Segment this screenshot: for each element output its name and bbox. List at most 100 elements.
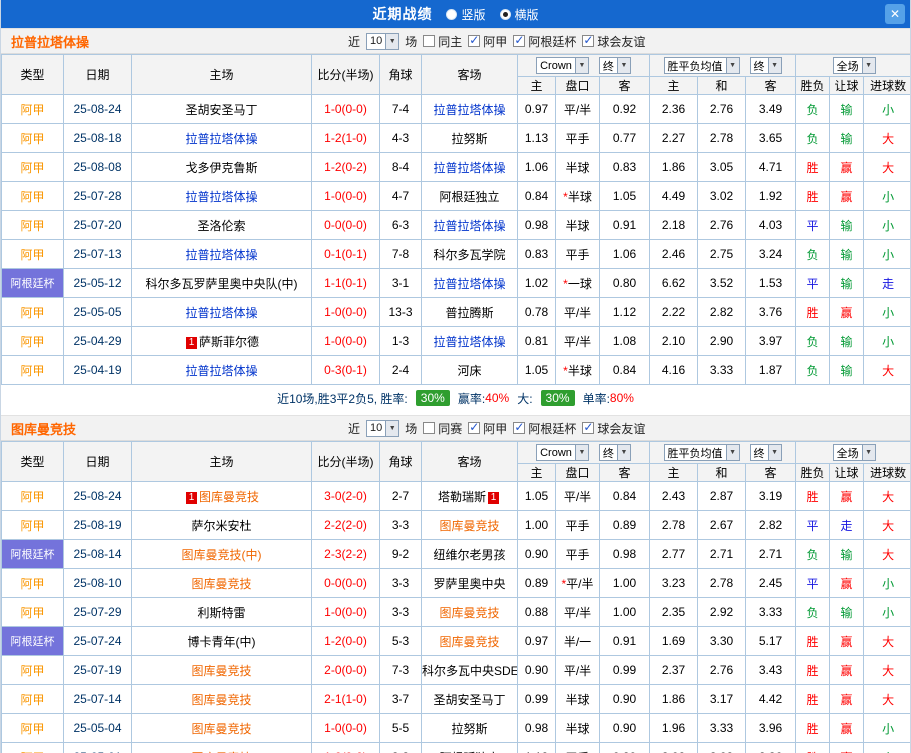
result-goals-cell: 大 (863, 684, 910, 714)
away-team-cell: 拉普拉塔体操 (421, 210, 518, 240)
corners-cell: 3-3 (379, 510, 422, 540)
away-team-name: 拉努斯 (451, 721, 488, 736)
date-cell: 25-08-08 (63, 152, 132, 182)
mean-away-cell: 3.49 (745, 94, 797, 124)
section-team-name: 拉普拉塔体操 (11, 34, 90, 50)
corners-cell: 6-3 (379, 210, 422, 240)
fulltime-select[interactable]: 全场 ▼ (832, 444, 876, 461)
away-team-name: 罗萨里奥中央 (433, 576, 506, 591)
close-button[interactable]: ✕ (885, 4, 905, 24)
match-count-select[interactable]: 10 ▼ (366, 419, 400, 437)
radio-label: 横版 (514, 7, 539, 22)
mean-odds-select[interactable]: 胜平负均值 ▼ (663, 57, 740, 74)
away-team-cell: 圣胡安圣马丁 (421, 684, 518, 714)
handicap-cell: *半球 (555, 181, 600, 211)
dropdown-arrow-icon: ▼ (616, 58, 630, 73)
sub-handicap-result-header: 让球 (829, 463, 865, 482)
match-row: 阿根廷杯 25-05-12 科尔多瓦罗萨里奥中央队(中) 1-1(0-1) 3-1 拉普拉… (1, 268, 910, 298)
match-count-select[interactable]: 10 ▼ (366, 32, 400, 50)
filter-league-checkbox[interactable]: 阿甲 (468, 420, 507, 437)
odds-final-select[interactable]: 终 ▼ (598, 444, 631, 461)
checkbox-icon (423, 422, 436, 434)
filter-cup-checkbox[interactable]: 阿根廷杯 (513, 420, 576, 437)
water-away-cell: 0.98 (598, 539, 651, 569)
mean-final-select[interactable]: 终 ▼ (749, 444, 782, 461)
result-wdl-cell: 胜 (795, 655, 831, 685)
home-team-name: 戈多伊克鲁斯 (185, 160, 258, 175)
home-team-cell: 萨尔米安杜 (131, 510, 312, 540)
league-cell: 阿根廷杯 (1, 539, 64, 569)
filter-bar: 近 10 ▼ 场 同赛 阿甲 阿根廷杯 (348, 419, 645, 437)
handicap-cell: 半球 (555, 684, 600, 714)
home-team-name: 拉普拉塔体操 (185, 305, 258, 320)
sub-home-water-header: 主 (517, 463, 556, 482)
corners-cell: 4-7 (379, 181, 422, 211)
mean-away-cell: 3.97 (745, 326, 797, 356)
water-home-cell: 1.05 (517, 355, 556, 385)
mean-away-cell: 5.17 (745, 626, 797, 656)
away-team-name: 塔勒瑞斯 (437, 489, 486, 504)
handicap-cell: 平/半 (555, 481, 600, 511)
filter-league-checkbox[interactable]: 阿甲 (468, 33, 507, 50)
filter-friendly-checkbox[interactable]: 球会友谊 (582, 420, 645, 437)
dropdown-arrow-icon: ▼ (385, 420, 399, 436)
result-handicap-cell: 输 (829, 239, 865, 269)
mean-group-header: 胜平负均值 ▼ 终 ▼ (649, 441, 797, 464)
checkbox-icon (468, 420, 481, 434)
home-team-cell: 拉普拉塔体操 (131, 123, 312, 153)
filter-same-competition-checkbox[interactable]: 同赛 (423, 420, 462, 437)
checkbox-label: 球会友谊 (597, 421, 646, 436)
fulltime-select[interactable]: 全场 ▼ (832, 57, 876, 74)
checkbox-label: 同主 (438, 34, 463, 49)
filter-cup-checkbox[interactable]: 阿根廷杯 (513, 33, 576, 50)
sub-mean-away-header: 客 (745, 463, 797, 482)
away-team-name: 河床 (457, 363, 482, 378)
filter-friendly-checkbox[interactable]: 球会友谊 (582, 33, 645, 50)
corners-cell: 3-3 (379, 597, 422, 627)
water-away-cell: 0.89 (598, 510, 651, 540)
rank-badge: 1 (488, 491, 499, 504)
odds-final-select[interactable]: 终 ▼ (598, 57, 631, 74)
match-row: 阿甲 25-07-13 拉普拉塔体操 0-1(0-1) 7-8 科尔多瓦学院 0.83 平手 1… (1, 239, 910, 269)
filter-same-venue-checkbox[interactable]: 同主 (423, 33, 462, 50)
col-date-header: 日期 (63, 441, 132, 482)
corners-cell: 4-3 (379, 123, 422, 153)
score-cell: 1-0(0-0) (311, 326, 380, 356)
bookmaker-select[interactable]: Crown ▼ (536, 57, 589, 74)
result-handicap-cell: 赢 (829, 684, 865, 714)
layout-radio-vertical[interactable]: 竖版 (446, 6, 486, 23)
mean-home-cell: 2.43 (649, 481, 699, 511)
bookmaker-select[interactable]: Crown ▼ (536, 444, 589, 461)
mean-away-cell: 3.96 (745, 713, 797, 743)
mean-odds-select[interactable]: 胜平负均值 ▼ (663, 444, 740, 461)
mean-final-select[interactable]: 终 ▼ (749, 57, 782, 74)
home-team-name: 图库曼竞技 (191, 692, 252, 707)
away-team-name: 图库曼竞技 (439, 518, 500, 533)
handicap-star: * (561, 576, 567, 591)
handicap-cell: 平/半 (555, 597, 600, 627)
score-cell: 1-0(0-0) (311, 94, 380, 124)
match-row: 阿根廷杯 25-08-14 图库曼竞技(中) 2-3(2-2) 9-2 纽维尔老男孩 0.9… (1, 539, 910, 569)
dropdown-arrow-icon: ▼ (861, 445, 875, 460)
away-team-cell: 拉努斯 (421, 713, 518, 743)
fulltime-group-header: 全场 ▼ (795, 441, 910, 464)
away-team-name: 拉普拉塔体操 (433, 218, 506, 233)
water-home-cell: 0.84 (517, 181, 556, 211)
corners-cell: 3-7 (379, 684, 422, 714)
handicap-star: * (563, 363, 568, 378)
checkbox-label: 同赛 (438, 421, 463, 436)
home-team-name: 图库曼竞技 (191, 663, 252, 678)
mean-draw-cell: 2.82 (697, 297, 747, 327)
league-cell: 阿甲 (1, 210, 64, 240)
score-cell: 1-0(0-0) (311, 742, 380, 753)
result-goals-cell: 小 (863, 713, 910, 743)
handicap-cell: 半/一 (555, 626, 600, 656)
sub-handicap-header: 盘口 (555, 76, 600, 95)
away-team-cell: 科尔多瓦学院 (421, 239, 518, 269)
league-cell: 阿甲 (1, 181, 64, 211)
layout-radio-horizontal[interactable]: 横版 (499, 6, 539, 23)
result-wdl-cell: 胜 (795, 684, 831, 714)
league-cell: 阿甲 (1, 355, 64, 385)
away-team-cell: 普拉腾斯 (421, 297, 518, 327)
handicap-cell: 平手 (555, 539, 600, 569)
